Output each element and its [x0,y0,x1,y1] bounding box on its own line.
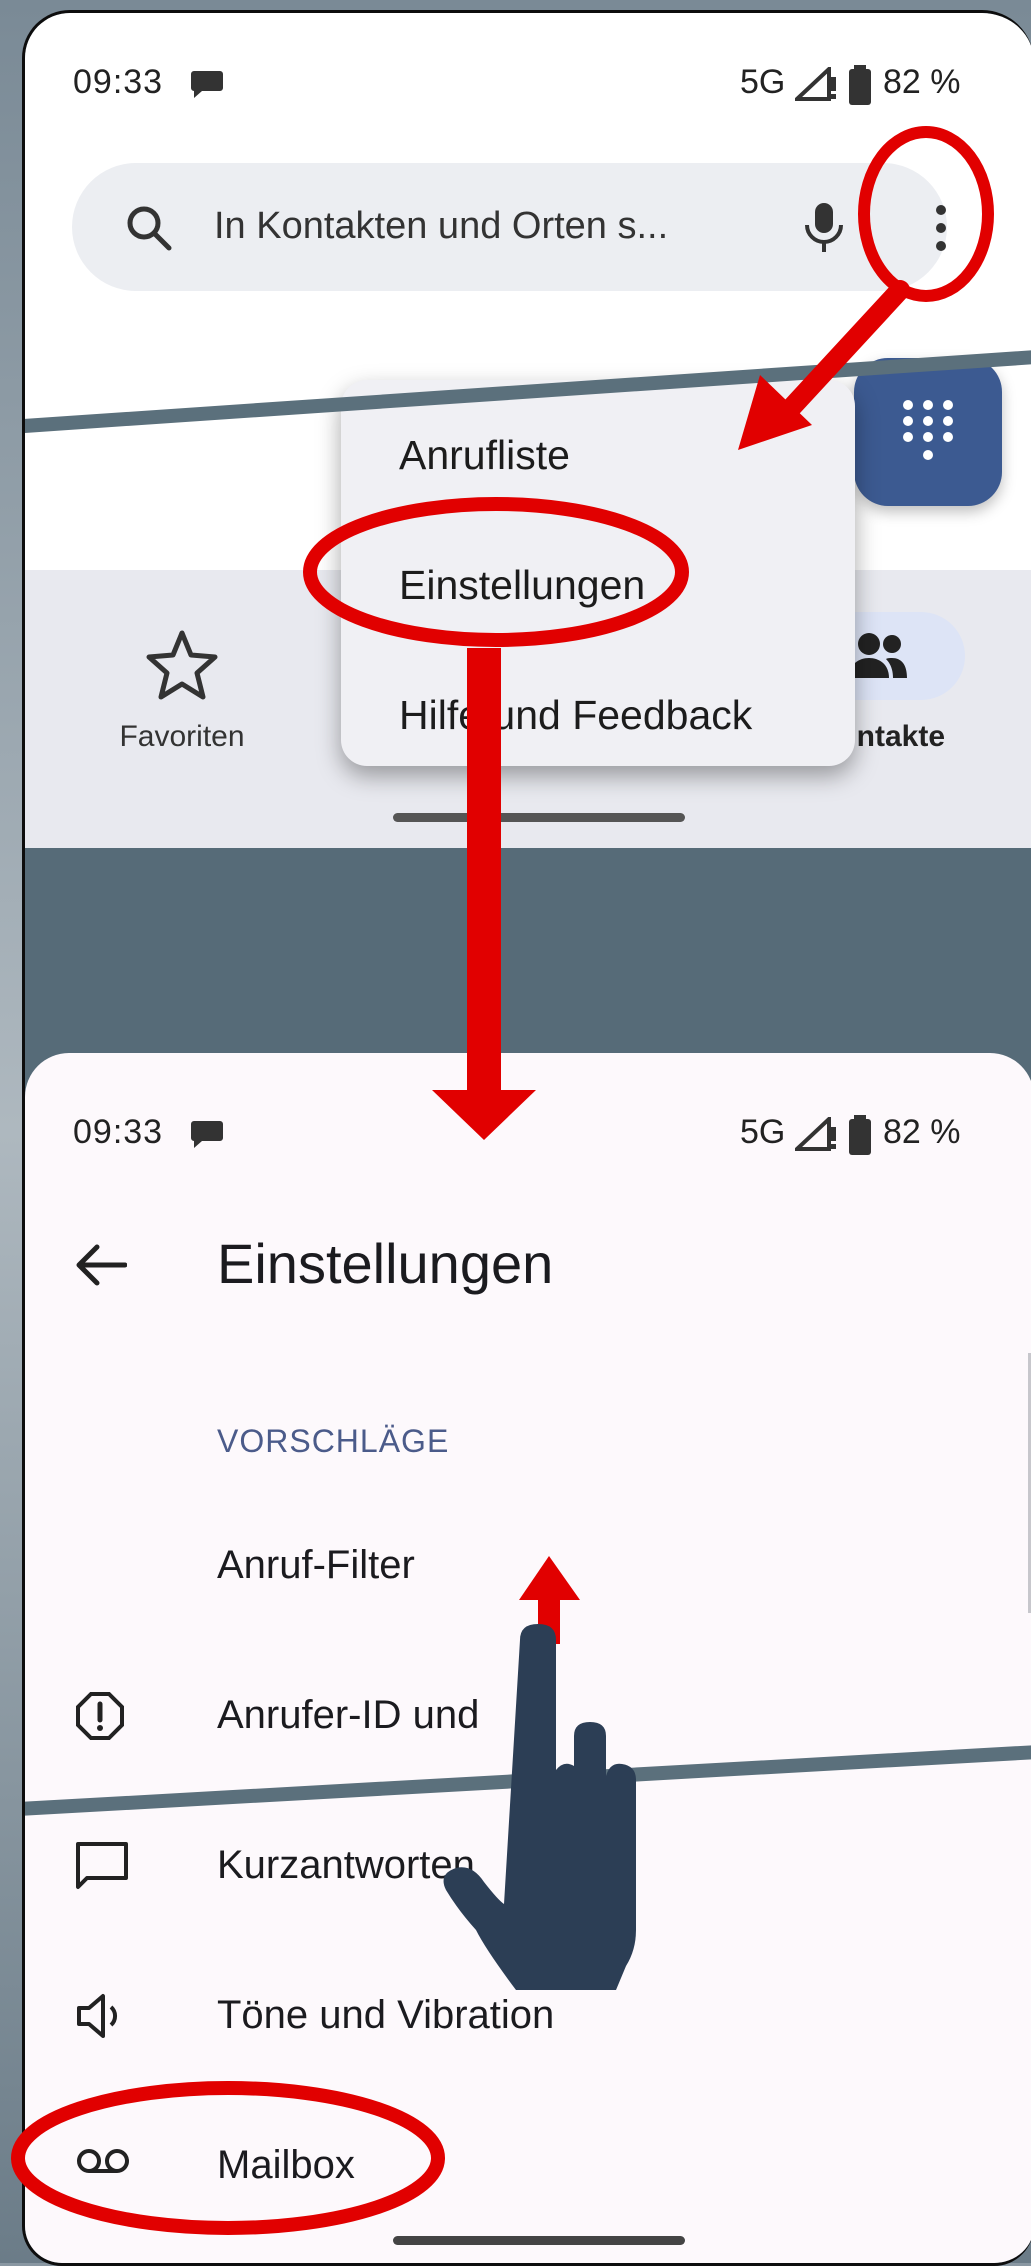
gesture-handle [393,2236,685,2245]
settings-item-label: Töne und Vibration [217,1993,555,2037]
gesture-handle [393,813,685,822]
settings-item-label: Anrufer-ID und [217,1693,480,1737]
settings-item-call-screen[interactable]: Anruf-Filter [25,1503,1031,1623]
menu-item-call-history[interactable]: Anrufliste [399,432,570,479]
settings-item-label: Kurzantworten [217,1843,475,1887]
battery-icon [848,1115,872,1164]
overflow-menu: Anrufliste Einstellungen Hilfe und Feedb… [341,380,855,766]
signal-icon [791,64,839,110]
search-input[interactable]: In Kontakten und Orten s... [214,205,668,248]
back-arrow-icon[interactable] [75,1243,128,1292]
nav-favorites[interactable]: Favoriten [82,570,282,770]
settings-item-label: Anruf-Filter [217,1543,415,1587]
settings-item-sounds-vibration[interactable]: Töne und Vibration [25,1953,1031,2073]
contacts-icon [848,630,908,685]
message-notification-icon [190,69,224,108]
network-type: 5G [740,63,786,101]
search-bar[interactable]: In Kontakten und Orten s... [72,163,947,291]
page-title: Einstellungen [217,1232,554,1295]
settings-screen: 09:33 5G 82 % Einstellungen VORSCHLÄGE A… [25,1053,1031,2263]
message-bubble-icon [75,1841,129,1896]
microphone-icon[interactable] [804,203,844,258]
voicemail-icon [75,2141,131,2186]
network-type: 5G [740,1113,786,1151]
dialer-screen: 09:33 5G 82 % In Kontakten und Orten s..… [25,13,1031,848]
alert-octagon-icon [75,1691,125,1746]
battery-percent: 82 % [883,1113,961,1151]
battery-icon [848,65,872,114]
search-icon [124,203,174,258]
status-bar: 09:33 5G 82 % [25,53,1031,113]
message-notification-icon [190,1119,224,1158]
menu-item-help-feedback[interactable]: Hilfe und Feedback [399,692,752,739]
speaker-icon [75,1991,129,2046]
settings-item-quick-responses[interactable]: Kurzantworten [25,1803,1031,1923]
signal-icon [791,1114,839,1160]
dialpad-button[interactable] [854,358,1002,506]
section-header-suggestions: VORSCHLÄGE [217,1423,450,1459]
settings-item-label: Mailbox [217,2143,355,2187]
status-time: 09:33 [73,1113,164,1151]
battery-percent: 82 % [883,63,961,101]
more-options-icon[interactable] [934,203,948,258]
status-bar: 09:33 5G 82 % [25,1103,1031,1163]
star-icon [142,625,222,710]
nav-favorites-label: Favoriten [119,720,245,753]
phone-frame: 09:33 5G 82 % In Kontakten und Orten s..… [22,10,1031,2266]
dialpad-icon [903,400,953,460]
status-time: 09:33 [73,63,164,101]
settings-item-voicemail[interactable]: Mailbox [25,2103,1031,2223]
menu-item-settings[interactable]: Einstellungen [399,562,645,609]
